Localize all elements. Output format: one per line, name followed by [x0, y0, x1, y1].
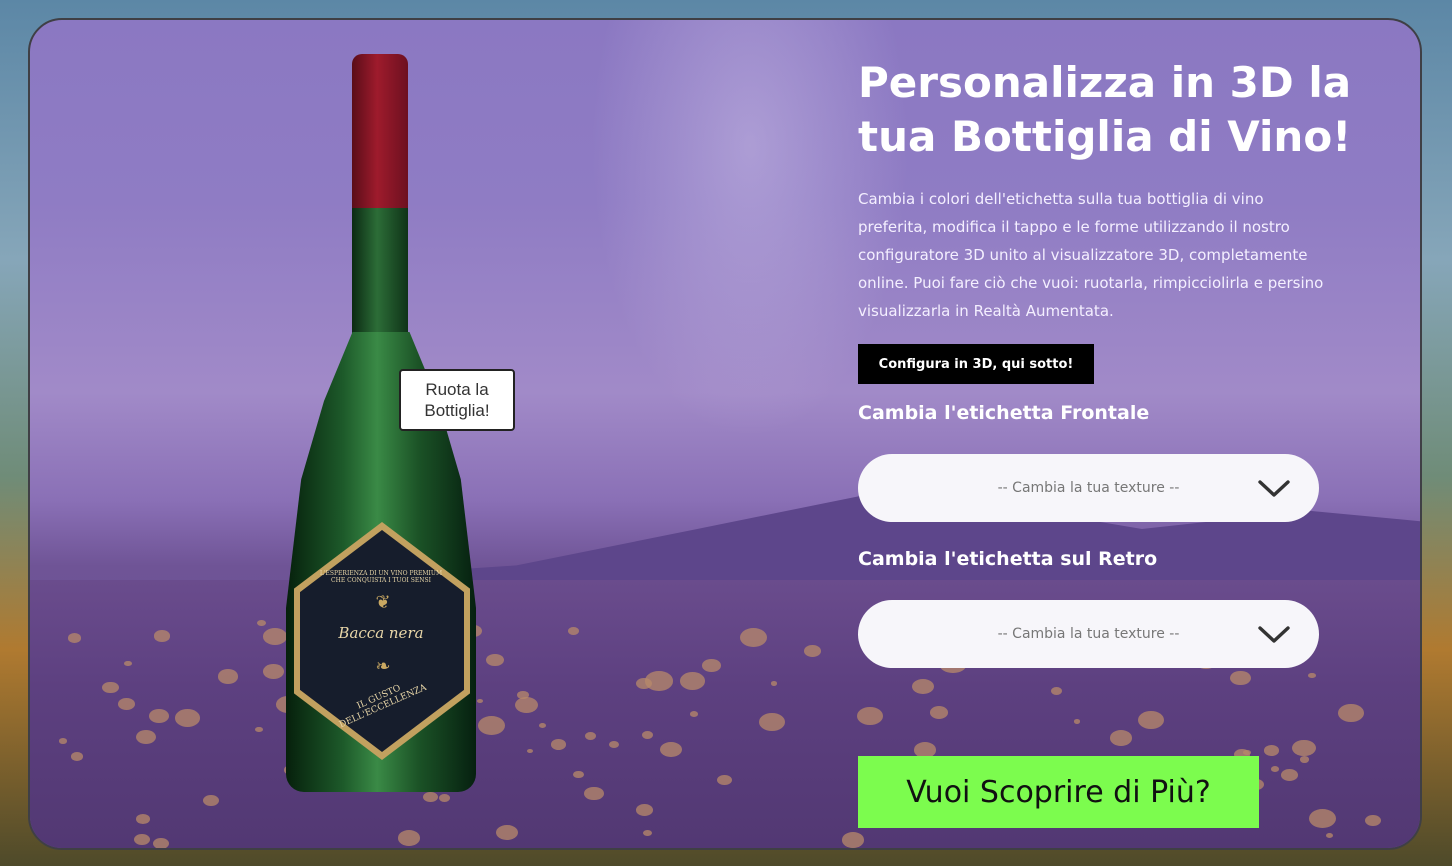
front-texture-select[interactable]: -- Cambia la tua texture -- — [858, 454, 1319, 522]
flower-speck — [1109, 730, 1133, 747]
flower-speck — [1299, 756, 1310, 763]
flower-speck — [841, 832, 864, 848]
configure-button[interactable]: Configura in 3D, qui sotto! — [858, 344, 1094, 384]
flower-speck — [702, 658, 721, 672]
flower-speck — [1280, 769, 1298, 781]
chevron-down-icon — [1258, 480, 1290, 497]
back-label-title: Cambia l'etichetta sul Retro — [858, 548, 1158, 570]
flower-speck — [550, 738, 567, 750]
flower-speck — [739, 627, 768, 647]
flower-speck — [1364, 814, 1381, 827]
back-texture-select[interactable]: -- Cambia la tua texture -- — [858, 600, 1319, 668]
flower-speck — [134, 834, 150, 845]
flower-speck — [758, 712, 785, 731]
flower-speck — [58, 738, 67, 744]
flower-speck — [262, 664, 284, 679]
flower-speck — [856, 706, 883, 726]
front-label-title: Cambia l'etichetta Frontale — [858, 402, 1150, 424]
flower-speck — [67, 633, 82, 643]
bottle-label-tagline: L'ESPERIENZA DI UN VINO PREMIUM CHE CONQ… — [319, 570, 443, 584]
flower-speck — [770, 681, 778, 687]
flower-speck — [217, 669, 239, 684]
flower-speck — [118, 698, 136, 710]
flower-speck — [584, 732, 597, 741]
front-texture-select-value: -- Cambia la tua texture -- — [997, 480, 1180, 496]
flower-speck — [1230, 670, 1251, 685]
flower-speck — [716, 774, 732, 786]
rotate-tooltip-text: Ruota la Bottiglia! — [424, 380, 490, 420]
flower-speck — [641, 731, 653, 740]
flower-speck — [1137, 710, 1165, 730]
rotate-tooltip: Ruota la Bottiglia! — [399, 369, 515, 431]
flower-speck — [70, 752, 84, 761]
discover-more-button[interactable]: Vuoi Scoprire di Più? — [858, 756, 1259, 828]
grape-ornament-icon: ❦ — [375, 592, 391, 613]
flourish-ornament-icon: ❧ — [375, 656, 391, 677]
flower-speck — [1338, 704, 1364, 722]
flower-speck — [516, 690, 529, 700]
flower-speck — [398, 830, 421, 846]
flower-speck — [1270, 765, 1280, 772]
page-description: Cambia i colori dell'etichetta sulla tua… — [858, 190, 1324, 320]
flower-speck — [496, 824, 519, 841]
flower-speck — [124, 660, 133, 667]
flower-speck — [573, 770, 584, 779]
bottle-cap — [352, 54, 408, 210]
page-title: Personalizza in 3D la tua Bottiglia di V… — [858, 58, 1352, 161]
flower-speck — [1308, 672, 1316, 678]
flower-speck — [539, 722, 547, 728]
flower-speck — [803, 645, 821, 658]
flower-speck — [262, 628, 288, 646]
flower-speck — [584, 786, 604, 801]
flower-speck — [1073, 719, 1080, 724]
flower-speck — [257, 620, 267, 627]
flower-speck — [643, 830, 652, 837]
flower-speck — [930, 706, 949, 719]
flower-speck — [659, 741, 682, 758]
chevron-down-icon — [1258, 626, 1290, 643]
bottle-label-name: Bacca nera — [338, 624, 424, 642]
bottle-3d-viewer[interactable]: L'ESPERIENZA DI UN VINO PREMIUM CHE CONQ… — [286, 52, 486, 812]
flower-speck — [174, 709, 201, 728]
flower-speck — [526, 748, 533, 754]
flower-speck — [568, 627, 580, 635]
flower-speck — [689, 711, 699, 718]
flower-speck — [149, 708, 169, 723]
flower-speck — [485, 653, 504, 667]
flower-speck — [154, 630, 171, 642]
flower-speck — [912, 678, 934, 695]
flower-speck — [608, 741, 619, 749]
flower-speck — [1051, 687, 1063, 695]
flower-speck — [136, 813, 151, 824]
flower-speck — [135, 729, 157, 744]
flower-speck — [153, 837, 170, 848]
flower-speck — [202, 794, 219, 806]
flower-speck — [635, 804, 653, 817]
flower-speck — [679, 671, 705, 690]
flower-speck — [1325, 833, 1334, 839]
back-texture-select-value: -- Cambia la tua texture -- — [997, 626, 1180, 642]
flower-speck — [255, 726, 263, 733]
flower-speck — [1263, 745, 1280, 756]
flower-speck — [1292, 739, 1316, 757]
flower-speck — [101, 681, 119, 694]
flower-speck — [515, 697, 539, 714]
flower-speck — [1309, 809, 1337, 829]
